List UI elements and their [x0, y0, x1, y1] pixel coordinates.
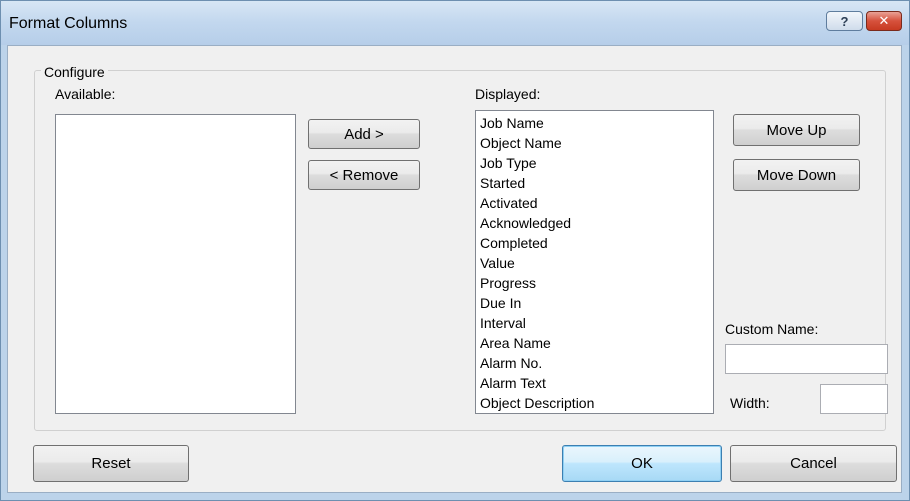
- list-item[interactable]: Area Name: [476, 333, 713, 353]
- close-icon: ✕: [878, 13, 890, 28]
- list-item[interactable]: Job Type: [476, 153, 713, 173]
- displayed-list[interactable]: Job Name Object Name Job Type Started Activa…: [475, 110, 714, 414]
- cancel-button-label: Cancel: [790, 455, 837, 472]
- custom-name-input[interactable]: [725, 344, 888, 374]
- configure-group-label: Configure: [41, 64, 108, 80]
- custom-name-label: Custom Name:: [725, 321, 819, 337]
- format-columns-dialog: Format Columns ? ✕ Configure Available: …: [0, 0, 910, 501]
- remove-button[interactable]: < Remove: [308, 160, 420, 190]
- cancel-button[interactable]: Cancel: [730, 445, 897, 482]
- list-item[interactable]: Object Description: [476, 393, 713, 413]
- move-up-button-label: Move Up: [766, 121, 827, 139]
- width-label: Width:: [730, 395, 770, 411]
- list-item[interactable]: Activated: [476, 193, 713, 213]
- list-item[interactable]: Due In: [476, 293, 713, 313]
- list-item[interactable]: Value: [476, 253, 713, 273]
- list-item[interactable]: Completed: [476, 233, 713, 253]
- title-bar[interactable]: Format Columns ? ✕: [1, 1, 909, 45]
- width-input[interactable]: [820, 384, 888, 414]
- add-button-label: Add >: [344, 125, 384, 143]
- move-up-button[interactable]: Move Up: [733, 114, 860, 146]
- window-title: Format Columns: [9, 15, 128, 32]
- help-icon: ?: [840, 13, 849, 29]
- add-button[interactable]: Add >: [308, 119, 420, 149]
- list-item[interactable]: Alarm No.: [476, 353, 713, 373]
- reset-button-label: Reset: [91, 455, 131, 472]
- available-label: Available:: [55, 86, 116, 102]
- help-button[interactable]: ?: [826, 11, 863, 31]
- remove-button-label: < Remove: [329, 166, 399, 184]
- dialog-body: Configure Available: Add > < Remove Disp…: [7, 45, 902, 493]
- list-item[interactable]: Started: [476, 173, 713, 193]
- list-item[interactable]: Progress: [476, 273, 713, 293]
- move-down-button-label: Move Down: [756, 166, 837, 184]
- close-button[interactable]: ✕: [866, 11, 902, 31]
- ok-button-label: OK: [631, 455, 653, 472]
- available-list[interactable]: [55, 114, 296, 414]
- list-item[interactable]: Interval: [476, 313, 713, 333]
- list-item[interactable]: Acknowledged: [476, 213, 713, 233]
- reset-button[interactable]: Reset: [33, 445, 189, 482]
- move-down-button[interactable]: Move Down: [733, 159, 860, 191]
- list-item[interactable]: Job Name: [476, 113, 713, 133]
- list-item[interactable]: Object Name: [476, 133, 713, 153]
- list-item[interactable]: Alarm Text: [476, 373, 713, 393]
- ok-button[interactable]: OK: [562, 445, 722, 482]
- displayed-label: Displayed:: [475, 86, 541, 102]
